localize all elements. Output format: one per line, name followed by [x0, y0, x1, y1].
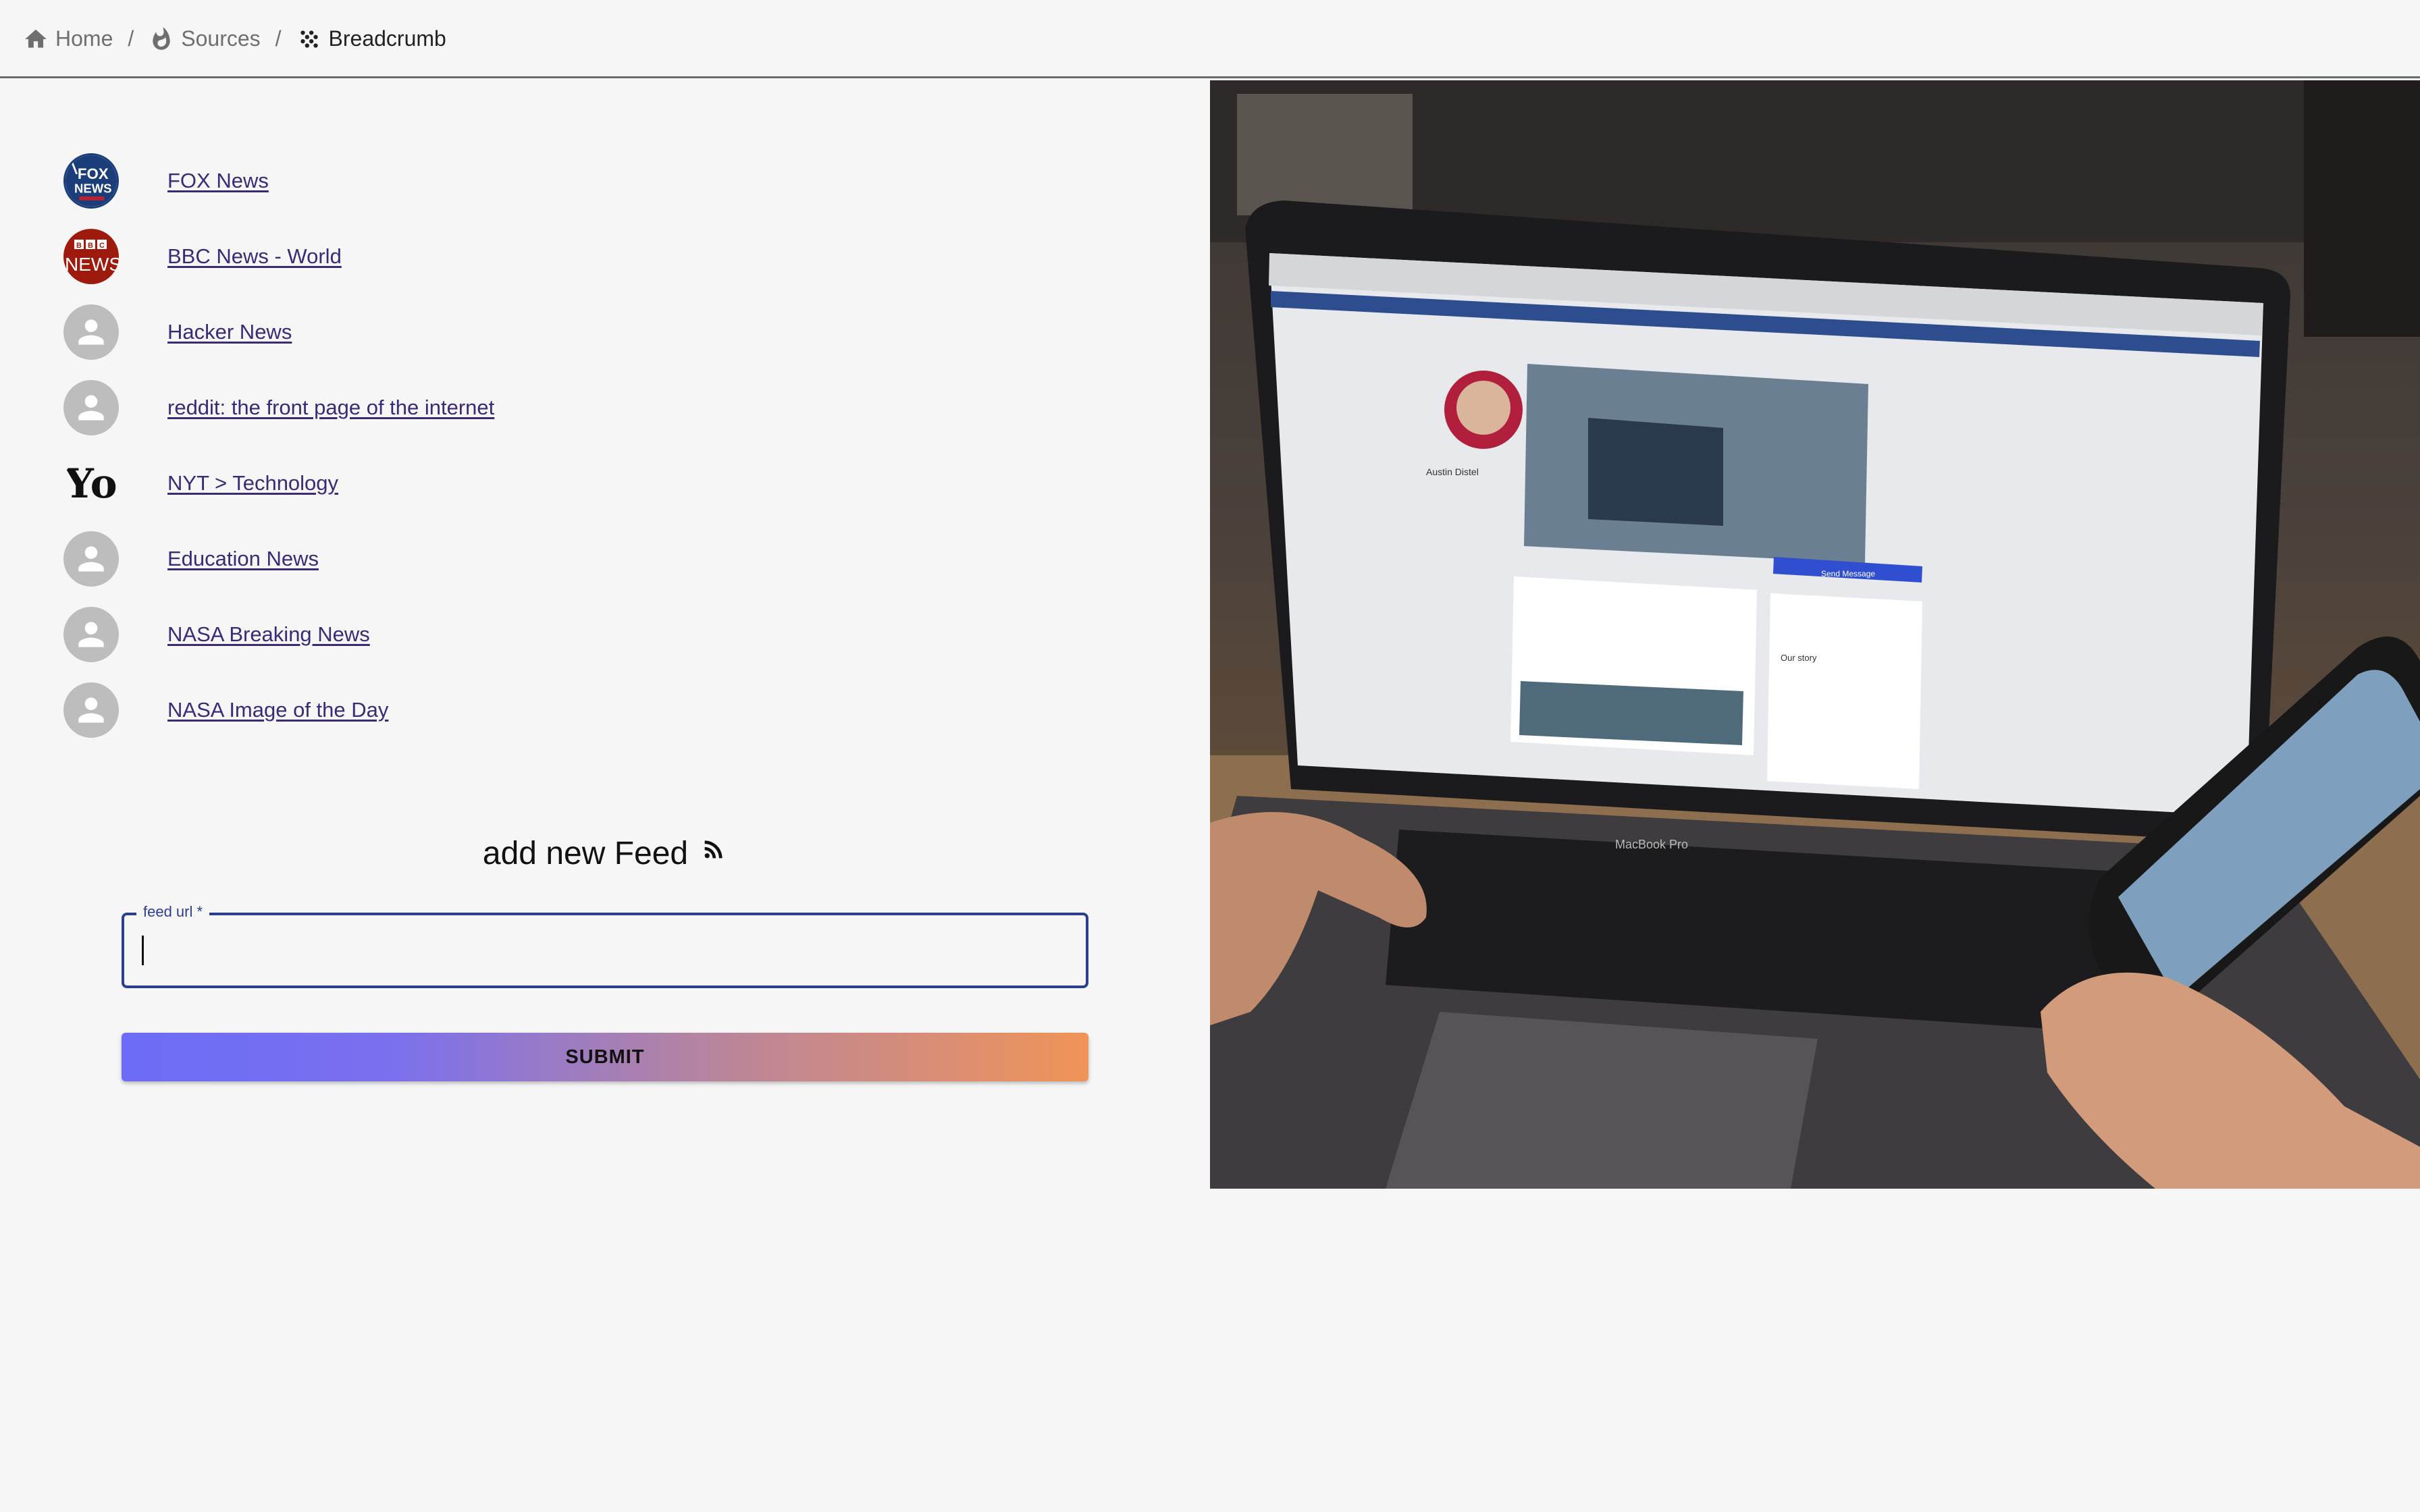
breadcrumb-home-label: Home [55, 26, 113, 51]
nyt-logo: Yo [63, 456, 119, 511]
hero-photo: Austin Distel Send Message Our story Mac… [1210, 80, 2420, 1189]
fire-icon [153, 26, 170, 50]
breadcrumb-home[interactable]: Home [23, 26, 113, 52]
text-cursor [142, 936, 144, 965]
feed-link-hacker-news[interactable]: Hacker News [167, 320, 292, 344]
feed-link-nyt-technology[interactable]: NYT > Technology [167, 471, 338, 495]
feed-url-field: feed url * [122, 903, 1088, 988]
photo-our-story: Our story [1781, 653, 1817, 663]
feed-list: FOX NEWS FOX News B B C NEWS BBC News - … [63, 143, 494, 748]
grain-icon [300, 30, 318, 48]
svg-text:B: B [76, 242, 82, 250]
feed-item: reddit: the front page of the internet [63, 370, 494, 446]
photo-profile-name: Austin Distel [1426, 466, 1479, 477]
fox-news-logo: FOX NEWS [63, 153, 119, 209]
default-person-icon [63, 304, 119, 360]
svg-text:FOX: FOX [78, 165, 109, 182]
feed-item: NASA Breaking News [63, 597, 494, 672]
home-icon [25, 29, 47, 48]
feed-link-bbc-news-world[interactable]: BBC News - World [167, 244, 342, 269]
add-feed-title: add new Feed [0, 835, 1210, 872]
bbc-news-logo: B B C NEWS [63, 229, 119, 284]
laptop-photo-illustration: Austin Distel Send Message Our story Mac… [1210, 80, 2420, 1189]
feed-item: FOX NEWS FOX News [63, 143, 494, 219]
feed-link-nasa-image-of-the-day[interactable]: NASA Image of the Day [167, 698, 388, 722]
breadcrumb: Home / Sources / Breadcrumb [0, 0, 2420, 78]
default-person-icon [63, 682, 119, 738]
breadcrumb-separator: / [275, 26, 282, 51]
feeds-panel: FOX NEWS FOX News B B C NEWS BBC News - … [0, 80, 1210, 1512]
feed-item: Yo NYT > Technology [63, 446, 494, 521]
default-person-icon [63, 380, 119, 435]
svg-text:NEWS: NEWS [65, 254, 119, 275]
feed-link-fox-news[interactable]: FOX News [167, 169, 269, 193]
svg-text:NEWS: NEWS [74, 182, 112, 196]
feed-item: Education News [63, 521, 494, 597]
breadcrumb-sources[interactable]: Sources [149, 26, 261, 52]
photo-send-message: Send Message [1821, 569, 1875, 578]
feed-item: Hacker News [63, 294, 494, 370]
breadcrumb-separator: / [128, 26, 134, 51]
photo-laptop-brand: MacBook Pro [1615, 838, 1688, 851]
default-person-icon [63, 607, 119, 662]
feed-item: NASA Image of the Day [63, 672, 494, 748]
feed-link-nasa-breaking-news[interactable]: NASA Breaking News [167, 622, 370, 647]
rss-icon [704, 840, 722, 858]
feed-url-input[interactable] [124, 915, 1086, 986]
add-feed-title-text: add new Feed [482, 836, 689, 871]
breadcrumb-sources-label: Sources [181, 26, 261, 51]
default-person-icon [63, 531, 119, 587]
feed-item: B B C NEWS BBC News - World [63, 219, 494, 294]
svg-text:B: B [88, 242, 93, 250]
feed-link-education-news[interactable]: Education News [167, 547, 319, 571]
breadcrumb-current-label: Breadcrumb [328, 26, 446, 51]
svg-text:C: C [99, 242, 105, 250]
breadcrumb-current: Breadcrumb [296, 26, 446, 52]
feed-link-reddit[interactable]: reddit: the front page of the internet [167, 396, 494, 420]
svg-text:Yo: Yo [64, 460, 117, 508]
submit-button[interactable]: SUBMIT [122, 1033, 1088, 1081]
